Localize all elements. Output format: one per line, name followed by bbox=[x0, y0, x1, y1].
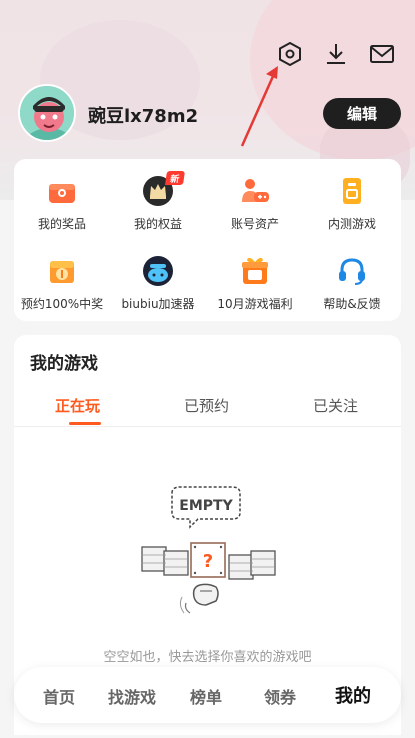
empty-state-text: 空空如也，快去选择你喜欢的游戏吧 bbox=[103, 650, 312, 665]
avatar[interactable] bbox=[18, 84, 76, 142]
gamepad-user-icon bbox=[239, 175, 271, 207]
edit-profile-button[interactable]: 编辑 bbox=[323, 98, 401, 129]
grid-item-beta-games[interactable]: 内测游戏 bbox=[304, 161, 400, 233]
username: 豌豆lx78m2 bbox=[88, 106, 199, 127]
download-icon[interactable] bbox=[322, 40, 350, 68]
grid-item-label: biubiu加速器 bbox=[121, 297, 195, 311]
grid-item-label: 我的权益 bbox=[133, 217, 182, 231]
headset-icon bbox=[336, 255, 368, 287]
grid-item-reserve-prize[interactable]: 预约100%中奖 bbox=[14, 241, 110, 313]
grid-item-october-benefits[interactable]: 10月游戏福利 bbox=[207, 241, 303, 313]
divider bbox=[14, 426, 401, 427]
grid-item-label: 账号资产 bbox=[230, 217, 279, 231]
grid-item-label: 10月游戏福利 bbox=[217, 297, 293, 311]
nav-rankings[interactable]: 榜单 bbox=[190, 684, 222, 708]
nav-coupons[interactable]: 领券 bbox=[264, 684, 296, 708]
nav-home[interactable]: 首页 bbox=[43, 684, 75, 708]
crown-icon: 新 bbox=[142, 171, 185, 207]
bottom-navigation: 首页 找游戏 榜单 领券 我的 bbox=[14, 667, 401, 723]
gift-box-icon bbox=[46, 175, 78, 207]
nav-mine[interactable]: 我的 bbox=[335, 682, 371, 708]
annotation-arrow bbox=[240, 66, 278, 147]
october-gift-icon bbox=[239, 255, 271, 287]
grid-item-prizes[interactable]: 我的奖品 bbox=[14, 161, 110, 233]
grid-item-benefits[interactable]: 新 我的权益 bbox=[110, 161, 206, 233]
grid-item-label: 我的奖品 bbox=[37, 217, 86, 231]
empty-art-label: EMPTY bbox=[179, 498, 233, 514]
grid-item-label: 帮助&反馈 bbox=[323, 297, 381, 311]
grid-item-assets[interactable]: 账号资产 bbox=[207, 161, 303, 233]
biubiu-icon bbox=[142, 255, 174, 287]
tab-playing[interactable]: 正在玩 bbox=[55, 395, 100, 416]
empty-state-illustration: EMPTY ? bbox=[136, 485, 281, 620]
section-title: 我的游戏 bbox=[30, 354, 98, 374]
grid-item-biubiu[interactable]: biubiu加速器 bbox=[110, 241, 206, 313]
mail-icon[interactable] bbox=[368, 40, 396, 68]
feature-grid-card: 我的奖品 新 我的权益 账号资产 内测游戏 预约100%中奖 biubiu加速器… bbox=[14, 159, 401, 321]
nav-find-games[interactable]: 找游戏 bbox=[108, 684, 156, 708]
reserve-prize-icon bbox=[46, 255, 78, 287]
grid-item-label: 预约100%中奖 bbox=[20, 297, 104, 311]
tab-followed[interactable]: 已关注 bbox=[313, 395, 358, 416]
test-icon bbox=[336, 175, 368, 207]
svg-text:?: ? bbox=[203, 551, 213, 572]
grid-item-help-feedback[interactable]: 帮助&反馈 bbox=[304, 241, 400, 313]
active-tab-indicator bbox=[69, 422, 101, 425]
new-badge: 新 bbox=[165, 171, 185, 185]
grid-item-label: 内测游戏 bbox=[327, 217, 376, 231]
tab-reserved[interactable]: 已预约 bbox=[184, 395, 229, 416]
